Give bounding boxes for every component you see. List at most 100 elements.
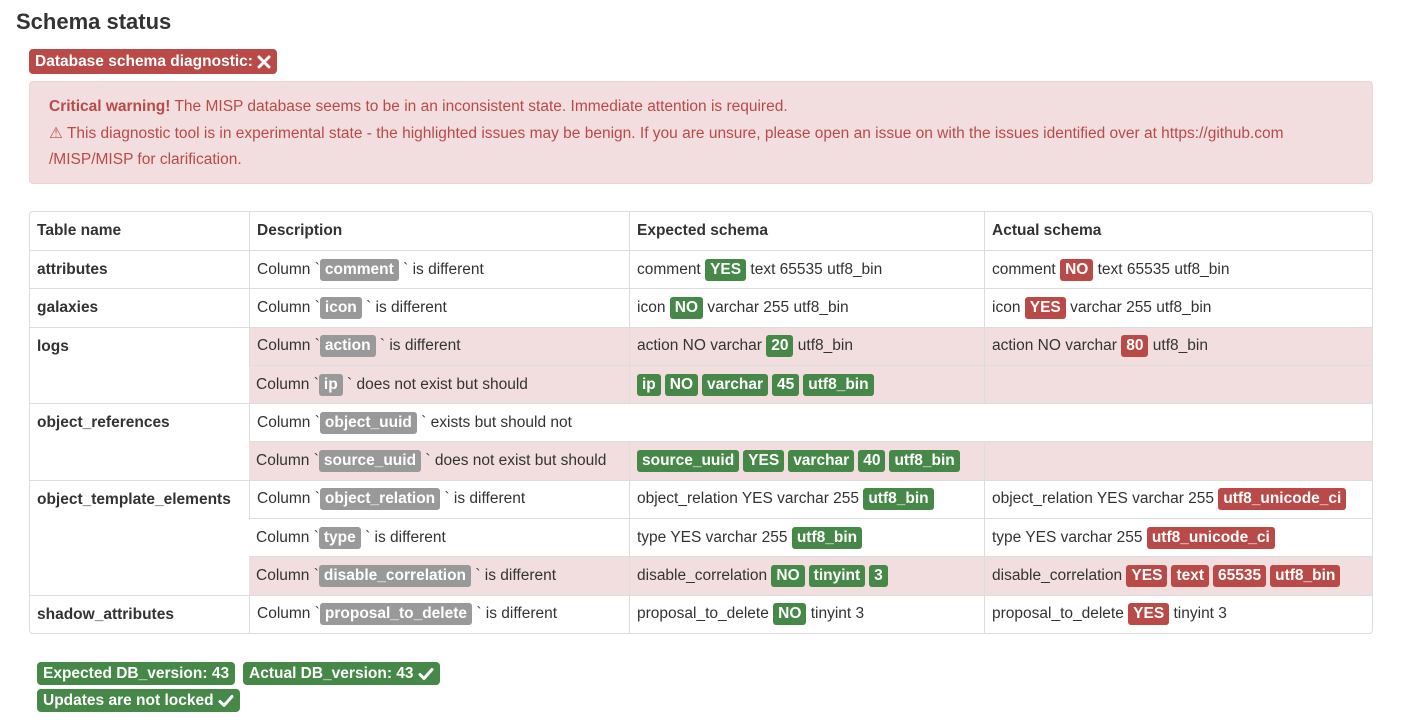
header-table-name: Table name — [37, 222, 122, 239]
expected-schema-label: utf8_bin — [803, 373, 874, 396]
actual-diff-label: 65535 — [1213, 565, 1267, 588]
expected-schema-label: ip — [637, 373, 661, 396]
actual-diff-label: NO — [1060, 258, 1094, 281]
expected-diff-label: utf8_bin — [863, 488, 934, 511]
expected-schema-label: YES — [743, 450, 785, 473]
expected-schema-label: NO — [664, 373, 699, 396]
expected-schema-label: source_uuid — [637, 450, 740, 473]
table-row: galaxies Column ` icon ` is different ico… — [30, 288, 1372, 327]
actual-db-version-badge: Actual DB_version: 43 — [243, 662, 440, 685]
column-name-label: action — [319, 335, 376, 358]
actual-diff-label: utf8_unicode_ci — [1146, 526, 1275, 549]
actual-diff-label: YES — [1128, 603, 1170, 626]
column-name-label: ip — [318, 373, 343, 396]
actual-diff-label: text — [1171, 565, 1210, 588]
expected-diff-label: tinyint — [808, 565, 866, 588]
alert-warning-text-continued: /MISP/MISP for clarification. — [49, 151, 242, 168]
expected-schema-cell: type YES varchar 255 utf8_bin — [629, 518, 984, 557]
table-name-cell: shadow_attributes — [30, 594, 249, 633]
check-icon — [218, 694, 234, 707]
actual-schema-cell: comment NO text 65535 utf8_bin — [984, 250, 1372, 289]
header-description: Description — [249, 212, 629, 250]
actual-diff-label: YES — [1126, 565, 1168, 588]
expected-schema-cell: disable_correlation NO tinyint 3 — [629, 556, 984, 595]
table-row: object_references Column ` object_uuid ` … — [30, 403, 1372, 442]
expected-schema-label: varchar — [788, 450, 855, 473]
description-cell: Column ` object_uuid ` exists but should … — [249, 403, 1372, 442]
description-cell: Column ` ip ` does not exist but should — [249, 364, 629, 404]
expected-schema-label: varchar — [702, 373, 769, 396]
expected-diff-label: NO — [773, 603, 807, 626]
alert-heading: Critical warning! — [49, 98, 171, 115]
actual-schema-cell: object_relation YES varchar 255 utf8_uni… — [984, 479, 1372, 519]
column-name-label: comment — [319, 258, 399, 281]
expected-schema-cell: ip NO varchar 45 utf8_bin — [629, 364, 984, 404]
description-cell: Column ` type ` is different — [249, 518, 629, 556]
table-name-cell: object_references — [30, 403, 249, 480]
column-name-label: source_uuid — [318, 450, 422, 473]
actual-diff-label: 80 — [1121, 335, 1149, 358]
description-cell: Column ` action ` is different — [249, 326, 629, 365]
actual-schema-cell: action NO varchar 80 utf8_bin — [984, 326, 1372, 365]
actual-schema-cell: proposal_to_delete YES tinyint 3 — [984, 594, 1372, 633]
column-name-label: icon — [319, 296, 362, 319]
expected-diff-label: NO — [669, 296, 703, 319]
schema-diagnostic-badge: Database schema diagnostic: — [29, 49, 277, 74]
page-title: Schema status — [16, 9, 172, 34]
expected-schema-label: utf8_bin — [889, 450, 960, 473]
expected-diff-label: 3 — [869, 565, 888, 588]
actual-schema-cell: icon YES varchar 255 utf8_bin — [984, 288, 1372, 327]
column-name-label: type — [318, 526, 361, 549]
header-expected-schema: Expected schema — [629, 212, 984, 250]
diagnostic-badge-label: Database schema diagnostic: — [35, 52, 253, 70]
header-actual-schema: Actual schema — [984, 212, 1372, 250]
actual-schema-cell: disable_correlation YES text 65535 utf8_… — [984, 556, 1372, 595]
critical-warning-alert: Critical warning! The MISP database seem… — [29, 81, 1373, 184]
expected-diff-label: utf8_bin — [791, 526, 863, 549]
column-name-label: proposal_to_delete — [319, 603, 473, 626]
alert-warning-text: This diagnostic tool is in experimental … — [66, 124, 1284, 142]
actual-diff-label: utf8_unicode_ci — [1218, 488, 1347, 511]
description-cell: Column ` disable_correlation ` is differe… — [249, 556, 629, 595]
table-row: object_template_elements Column ` object_… — [30, 479, 1372, 519]
expected-schema-cell: source_uuid YES varchar 40 utf8_bin — [629, 441, 984, 480]
actual-diff-label: utf8_bin — [1270, 565, 1341, 588]
warning-icon: ⚠ — [49, 124, 63, 142]
expected-db-version-badge: Expected DB_version: 43 — [37, 662, 236, 685]
expected-diff-label: NO — [771, 565, 805, 588]
check-icon — [418, 667, 434, 680]
table-row: shadow_attributes Column ` proposal_to_de… — [30, 594, 1372, 633]
alert-message: The MISP database seems to be in an inco… — [174, 98, 788, 115]
column-name-label: disable_correlation — [318, 565, 472, 588]
expected-schema-label: 45 — [772, 373, 800, 396]
table-name-cell: attributes — [30, 250, 249, 288]
expected-diff-label: YES — [705, 258, 747, 281]
expected-schema-cell: icon NO varchar 255 utf8_bin — [629, 288, 984, 327]
schema-status-page: Schema status Database schema diagnostic… — [0, 0, 1423, 727]
description-cell: Column ` object_relation ` is different — [249, 479, 629, 519]
table-header-row: Table name Description Expected schema A… — [30, 212, 1372, 250]
table-row: logs Column ` action ` is different actio… — [30, 326, 1372, 365]
description-cell: Column ` source_uuid ` does not exist but… — [249, 441, 629, 480]
expected-schema-label: 40 — [858, 450, 886, 473]
expected-schema-cell: action NO varchar 20 utf8_bin — [629, 326, 984, 365]
description-cell: Column ` icon ` is different — [249, 288, 629, 327]
updates-lock-badge: Updates are not locked — [37, 689, 240, 712]
expected-schema-cell: comment YES text 65535 utf8_bin — [629, 250, 984, 289]
table-name-cell: galaxies — [30, 288, 249, 326]
expected-diff-label: 20 — [766, 335, 794, 358]
cross-icon — [257, 55, 271, 68]
actual-schema-cell — [984, 364, 1372, 404]
actual-schema-cell — [984, 441, 1372, 480]
table-name-cell: logs — [30, 326, 249, 404]
description-cell: Column ` comment ` is different — [249, 250, 629, 289]
table-row: attributes Column ` comment ` is differen… — [30, 250, 1372, 289]
description-cell: Column ` proposal_to_delete ` is differen… — [249, 594, 629, 633]
actual-diff-label: YES — [1024, 296, 1066, 319]
expected-schema-cell: proposal_to_delete NO tinyint 3 — [629, 594, 984, 633]
actual-schema-cell: type YES varchar 255 utf8_unicode_ci — [984, 518, 1372, 557]
schema-diff-table: Table name Description Expected schema A… — [29, 211, 1373, 634]
expected-schema-cell: object_relation YES varchar 255 utf8_bin — [629, 479, 984, 519]
column-name-label: object_relation — [319, 488, 441, 511]
table-name-cell: object_template_elements — [30, 479, 249, 595]
